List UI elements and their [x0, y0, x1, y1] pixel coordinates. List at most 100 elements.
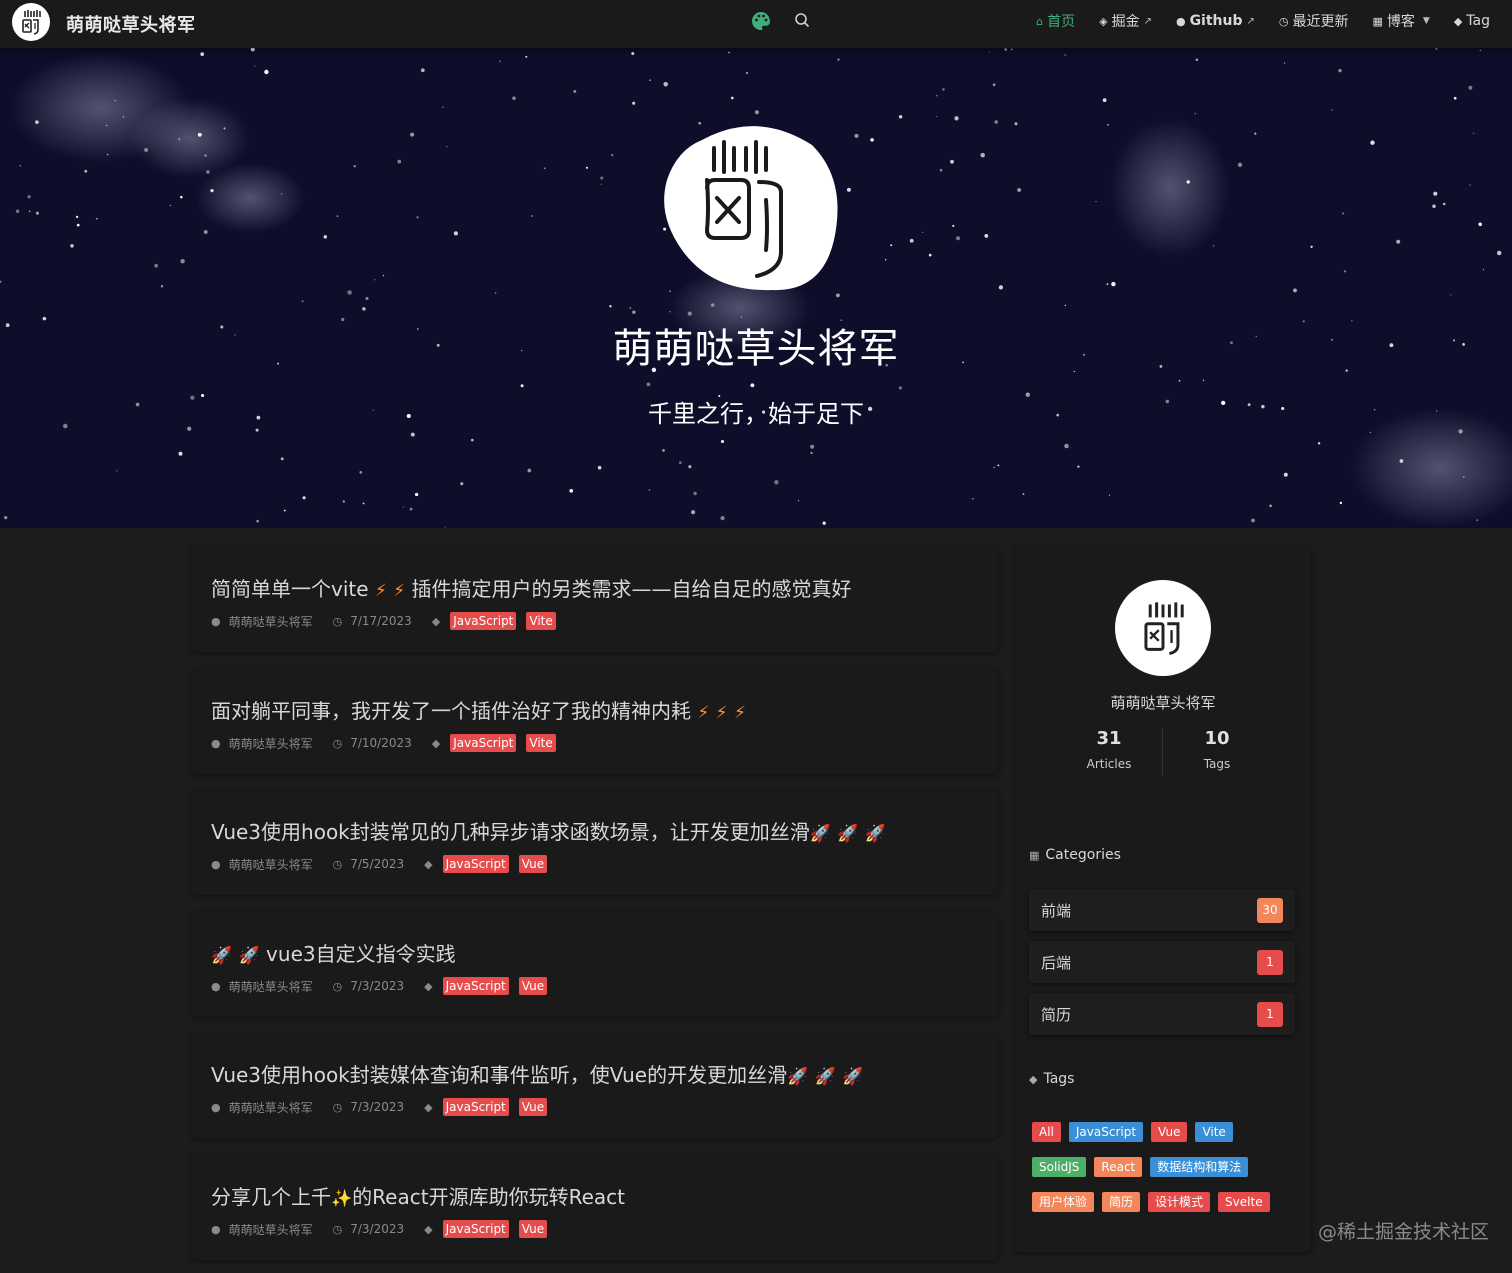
lightning-emoji: ⚡: [733, 703, 746, 723]
nav-link-label: 博客: [1386, 14, 1415, 30]
post-tag[interactable]: Vue: [518, 855, 548, 873]
post-card[interactable]: Vue3使用hook封装媒体查询和事件监听，使Vue的开发更加丝滑🚀 🚀 🚀 ● 萌…: [192, 1034, 998, 1138]
post-tag[interactable]: Vite: [526, 734, 556, 752]
rocket-emoji: 🚀: [787, 1067, 809, 1087]
post-tag[interactable]: JavaScript: [450, 612, 517, 630]
nav-link-home[interactable]: ⌂ 首页: [1036, 11, 1075, 31]
tag-icon: ◆: [424, 979, 433, 993]
user-icon: ●: [211, 736, 221, 750]
home-icon: ⌂: [1036, 14, 1044, 28]
tag-chip[interactable]: 数据结构和算法: [1150, 1157, 1249, 1177]
post-tag[interactable]: JavaScript: [442, 1220, 509, 1238]
nav-link-label: Tag: [1466, 13, 1490, 29]
post-tag[interactable]: Vue: [518, 1220, 548, 1238]
tag-chip[interactable]: JavaScript: [1068, 1122, 1144, 1142]
post-tag[interactable]: Vite: [526, 612, 556, 630]
post-title-text: Vue3使用hook封装媒体查询和事件监听，使Vue的开发更加丝滑: [211, 1063, 788, 1087]
nav-link-github[interactable]: ● Github ↗: [1176, 13, 1255, 29]
tag-chip[interactable]: All: [1032, 1122, 1061, 1142]
post-tag[interactable]: Vue: [518, 1098, 548, 1116]
tag-icon: ◆: [424, 1100, 433, 1114]
nav-link-label: 首页: [1047, 14, 1076, 30]
tag-icon: ◆: [431, 736, 441, 750]
tag-chip[interactable]: Vue: [1151, 1122, 1188, 1142]
post-tag[interactable]: JavaScript: [450, 734, 517, 752]
rocket-emoji: 🚀: [837, 824, 859, 844]
tag-chip[interactable]: React: [1094, 1157, 1143, 1177]
nav-links: ⌂ 首页 ◈ 掘金 ↗ ● Github ↗ ◷ 最近更新 ▦ 博客 ▼ ◆ T…: [1012, 0, 1490, 42]
github-icon: ●: [1175, 14, 1186, 28]
nav-link-recent[interactable]: ◷ 最近更新: [1279, 11, 1349, 31]
post-date: 7/3/2023: [350, 979, 405, 993]
post-date: 7/10/2023: [350, 736, 412, 750]
tags-heading: ◆ Tags: [1029, 1071, 1074, 1087]
post-card[interactable]: 🚀 🚀 vue3自定义指令实践 ● 萌萌哒草头将军 ◷ 7/3/2023 ◆ JavaScr…: [192, 913, 998, 1017]
post-author[interactable]: 萌萌哒草头将军: [229, 735, 313, 752]
post-title[interactable]: 🚀 🚀 vue3自定义指令实践: [211, 938, 456, 967]
external-link-icon: ↗: [1246, 15, 1255, 27]
tags-heading-label: Tags: [1043, 1071, 1075, 1087]
post-author[interactable]: 萌萌哒草头将军: [229, 1099, 313, 1116]
post-meta: ● 萌萌哒草头将军 ◷ 7/17/2023 ◆ JavaScript Vite: [211, 612, 556, 630]
post-meta: ● 萌萌哒草头将军 ◷ 7/3/2023 ◆ JavaScript Vue: [211, 1098, 548, 1116]
tag-chip[interactable]: Vite: [1195, 1122, 1233, 1142]
nav-link-juejin[interactable]: ◈ 掘金 ↗: [1099, 11, 1152, 31]
chevron-down-icon: ▼: [1422, 16, 1430, 26]
articles-label: Articles: [1086, 757, 1132, 771]
seal-logo-icon: [1144, 602, 1184, 656]
search-icon[interactable]: [794, 12, 810, 28]
post-title[interactable]: Vue3使用hook封装常见的几种异步请求函数场景，让开发更加丝滑🚀 🚀 🚀: [211, 816, 886, 845]
category-item[interactable]: 前端 30: [1029, 889, 1295, 931]
post-author[interactable]: 萌萌哒草头将军: [229, 1221, 313, 1238]
post-tag[interactable]: JavaScript: [442, 977, 509, 995]
category-item[interactable]: 后端 1: [1029, 941, 1295, 983]
tags-label: Tags: [1203, 757, 1231, 771]
post-author[interactable]: 萌萌哒草头将军: [229, 856, 313, 873]
articles-stat[interactable]: 31 Articles: [1054, 728, 1164, 771]
tags-stat[interactable]: 10 Tags: [1162, 728, 1272, 771]
clock-icon: ◷: [332, 1222, 343, 1236]
post-title[interactable]: 面对躺平同事，我开发了一个插件治好了我的精神内耗 ⚡ ⚡ ⚡: [211, 695, 746, 724]
rocket-emoji: 🚀: [211, 946, 233, 966]
category-name: 前端: [1041, 901, 1072, 920]
post-tag[interactable]: Vue: [518, 977, 548, 995]
categories-heading-label: Categories: [1045, 847, 1121, 863]
post-title[interactable]: Vue3使用hook封装媒体查询和事件监听，使Vue的开发更加丝滑🚀 🚀 🚀: [211, 1059, 863, 1088]
sidebar-avatar: [1115, 580, 1211, 676]
post-date: 7/3/2023: [350, 1222, 405, 1236]
tag-chip[interactable]: 设计模式: [1148, 1192, 1211, 1212]
site-logo[interactable]: [12, 3, 50, 41]
post-title[interactable]: 简简单单一个vite ⚡ ⚡ 插件搞定用户的另类需求——自给自足的感觉真好: [211, 573, 852, 602]
post-card[interactable]: 面对躺平同事，我开发了一个插件治好了我的精神内耗 ⚡ ⚡ ⚡ ● 萌萌哒草头将军 ◷ 7…: [192, 670, 998, 774]
post-author[interactable]: 萌萌哒草头将军: [229, 613, 313, 630]
post-card[interactable]: 简简单单一个vite ⚡ ⚡ 插件搞定用户的另类需求——自给自足的感觉真好 ● 萌萌…: [192, 548, 998, 652]
category-count-badge: 1: [1257, 1001, 1283, 1027]
tag-icon: ◆: [1029, 1072, 1038, 1086]
post-title-text: 面对躺平同事，我开发了一个插件治好了我的精神内耗: [211, 699, 698, 723]
tag-chip[interactable]: 用户体验: [1032, 1192, 1095, 1212]
nav-link-tag[interactable]: ◆ Tag: [1454, 13, 1490, 29]
post-tag[interactable]: JavaScript: [442, 855, 509, 873]
post-title[interactable]: 分享几个上千✨的React开源库助你玩转React: [211, 1181, 625, 1210]
post-card[interactable]: Vue3使用hook封装常见的几种异步请求函数场景，让开发更加丝滑🚀 🚀 🚀 ● 萌…: [192, 791, 998, 895]
tag-icon: ◆: [424, 1222, 433, 1236]
nav-link-blog[interactable]: ▦ 博客 ▼: [1373, 11, 1430, 31]
post-title-text: 的React开源库助你玩转React: [352, 1185, 625, 1209]
tag-chip[interactable]: Svelte: [1218, 1192, 1270, 1212]
palette-icon[interactable]: [750, 10, 772, 32]
tag-chip[interactable]: 简历: [1102, 1192, 1141, 1212]
post-author[interactable]: 萌萌哒草头将军: [229, 978, 313, 995]
tag-chip[interactable]: SolidJS: [1032, 1157, 1087, 1177]
watermark: @稀土掘金技术社区: [1318, 1221, 1490, 1243]
category-item[interactable]: 简历 1: [1029, 993, 1295, 1035]
nav-link-label: 最近更新: [1292, 14, 1349, 30]
post-title-text: Vue3使用hook封装常见的几种异步请求函数场景，让开发更加丝滑: [211, 820, 810, 844]
lightning-emoji: ⚡: [374, 581, 387, 601]
tag-icon: ◆: [431, 614, 441, 628]
post-tag[interactable]: JavaScript: [442, 1098, 509, 1116]
hero-title: 萌萌哒草头将军: [612, 326, 900, 372]
hero-banner: 萌萌哒草头将军 千里之行，始于足下: [0, 48, 1512, 528]
site-name[interactable]: 萌萌哒草头将军: [66, 11, 196, 37]
tag-cloud: All JavaScript Vue Vite SolidJS React 数据结构和算法用…: [1032, 1122, 1302, 1227]
post-card[interactable]: 分享几个上千✨的React开源库助你玩转React ● 萌萌哒草头将军 ◷ 7/3/20…: [192, 1156, 998, 1260]
